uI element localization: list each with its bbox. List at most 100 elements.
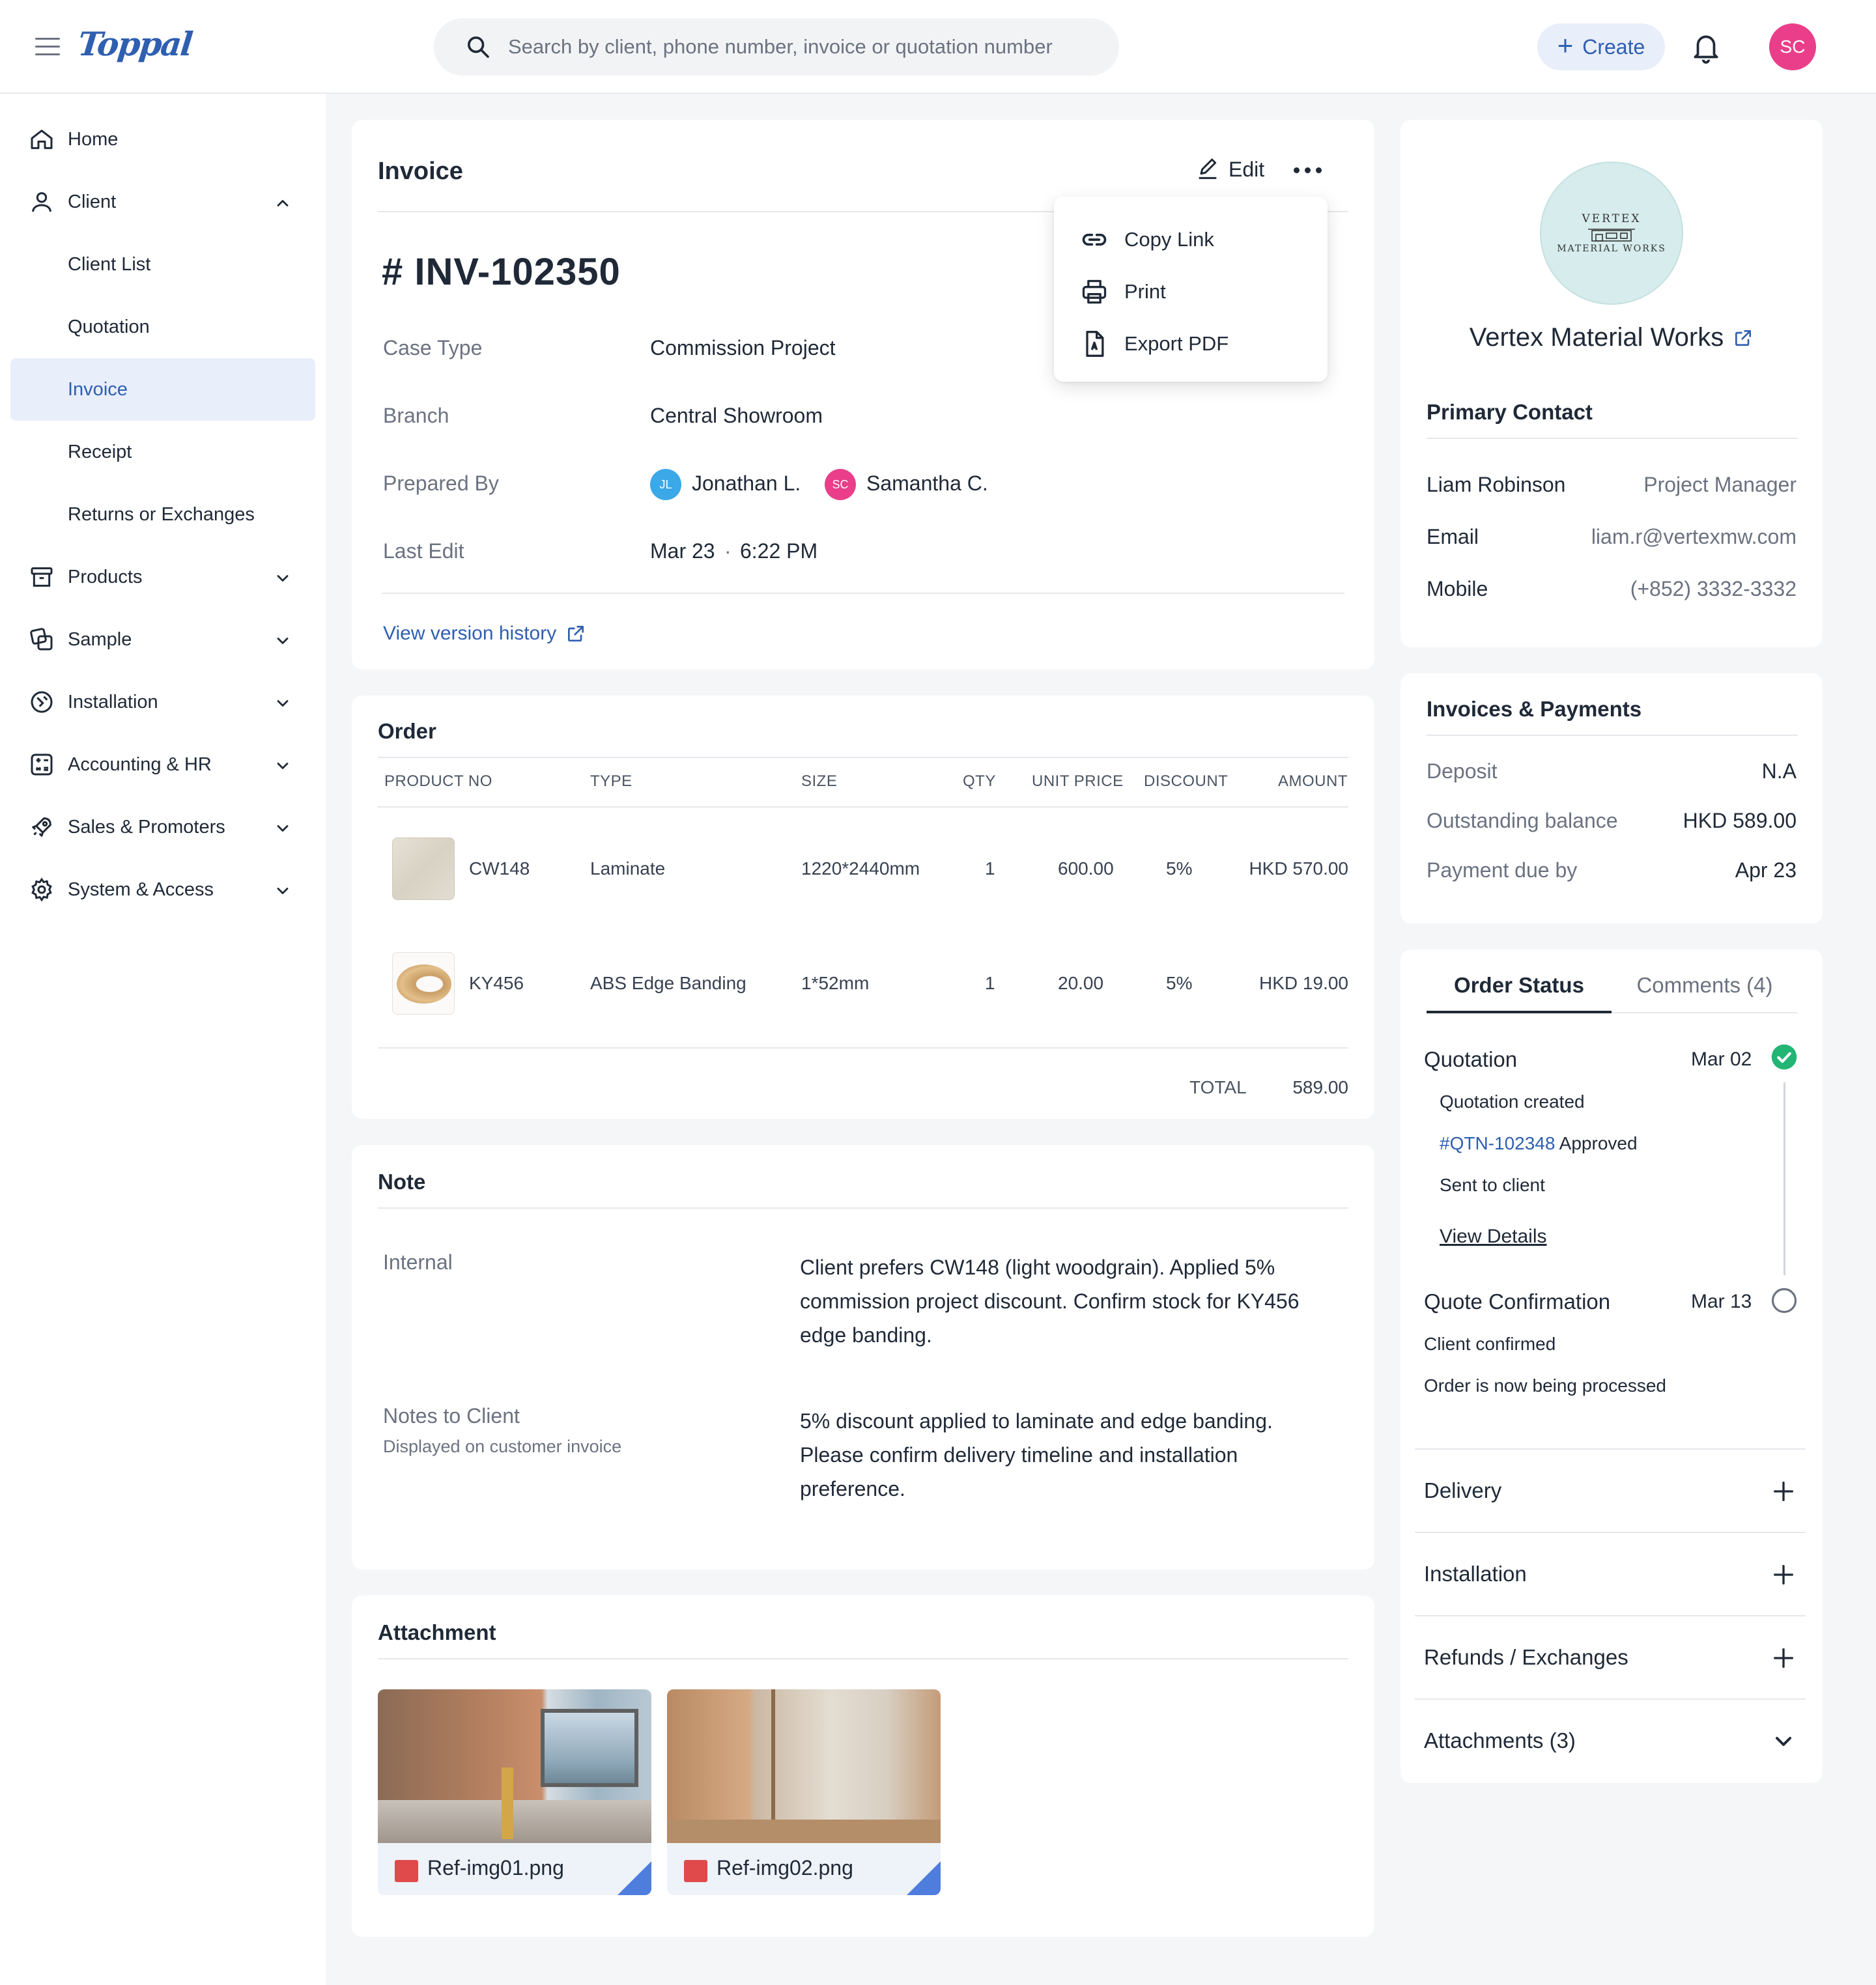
case-type-value: Commission Project xyxy=(650,336,836,359)
attachment-file[interactable]: Ref-img01.png xyxy=(378,1689,651,1895)
menu-item-export-pdf[interactable]: Export PDF xyxy=(1080,324,1315,363)
user-avatar[interactable]: SC xyxy=(1769,23,1816,70)
sidebar-item-home[interactable]: Home xyxy=(10,108,315,171)
tab-order-status[interactable]: Order Status xyxy=(1427,973,1612,1013)
product-thumbnail xyxy=(392,838,455,900)
email-value[interactable]: liam.r@vertexmw.com xyxy=(1591,525,1797,549)
more-options-icon[interactable] xyxy=(1294,160,1326,180)
prepared-by-label: Prepared By xyxy=(383,472,499,495)
sidebar-item-client[interactable]: Client xyxy=(10,171,315,233)
sidebar-item-invoice[interactable]: Invoice xyxy=(10,358,315,421)
menu-item-copy-link[interactable]: Copy Link xyxy=(1080,220,1315,259)
payments-card: Invoices & Payments Deposit N.A Outstand… xyxy=(1400,673,1823,923)
sidebar-item-accounting[interactable]: Accounting & HR xyxy=(10,733,315,796)
column-header: SIZE xyxy=(801,772,838,790)
product-no: CW148 xyxy=(469,858,530,879)
sidebar-item-receipt[interactable]: Receipt xyxy=(10,421,315,483)
divider xyxy=(378,1658,1348,1659)
section-label: Delivery xyxy=(1424,1478,1502,1502)
edit-button[interactable]: Edit xyxy=(1195,156,1264,182)
product-qty: 1 xyxy=(985,858,995,879)
bell-icon[interactable] xyxy=(1690,30,1722,65)
avatar: JL xyxy=(650,469,681,500)
email-label: Email xyxy=(1427,525,1479,548)
version-history-link[interactable]: View version history xyxy=(383,623,586,645)
image-file-icon xyxy=(684,1860,707,1882)
attachment-thumbnail xyxy=(667,1689,941,1843)
create-button[interactable]: + Create xyxy=(1537,23,1665,70)
column-header: PRODUCT NO xyxy=(384,772,492,790)
step-detail: Client confirmed xyxy=(1424,1334,1556,1354)
app-logo[interactable]: Toppal xyxy=(76,25,193,63)
step-title: Quote Confirmation xyxy=(1424,1289,1611,1314)
chevron-down-icon[interactable] xyxy=(274,694,292,712)
view-details-link[interactable]: View Details xyxy=(1440,1226,1547,1248)
product-size: 1220*2440mm xyxy=(801,858,920,879)
mobile-value[interactable]: (+852) 3332-3332 xyxy=(1630,577,1797,601)
sidebar-item-products[interactable]: Products xyxy=(10,546,315,608)
sidebar-item-installation[interactable]: Installation xyxy=(10,671,315,733)
amount: HKD 570.00 xyxy=(1249,858,1348,879)
sidebar-item-sample[interactable]: Sample xyxy=(10,608,315,671)
contact-role: Project Manager xyxy=(1643,473,1797,496)
search-input[interactable] xyxy=(508,31,1094,63)
client-logo-line2: MATERIAL WORKS xyxy=(1557,244,1666,254)
chevron-down-icon[interactable] xyxy=(274,882,292,900)
attachment-file[interactable]: Ref-img02.png xyxy=(667,1689,941,1895)
edit-label: Edit xyxy=(1229,157,1265,181)
external-link-icon xyxy=(1735,330,1752,346)
menu-item-label: Copy Link xyxy=(1124,228,1214,251)
chevron-up-icon[interactable] xyxy=(274,194,292,212)
column-header: QTY xyxy=(963,772,996,790)
search-bar[interactable] xyxy=(434,18,1119,76)
branch-value: Central Showroom xyxy=(650,404,823,427)
unit-price: 20.00 xyxy=(1058,973,1104,993)
attachment-thumbnail xyxy=(378,1689,651,1843)
quotation-link[interactable]: #QTN-102348 xyxy=(1440,1133,1555,1153)
chevron-down-icon[interactable] xyxy=(274,632,292,650)
plus-icon: + xyxy=(1557,30,1574,61)
step-detail: Sent to client xyxy=(1440,1175,1545,1195)
sidebar-item-label: Client xyxy=(68,191,117,212)
sidebar-item-returns[interactable]: Returns or Exchanges xyxy=(10,483,315,546)
page-curl-icon xyxy=(618,1861,651,1895)
client-name: Vertex Material Works xyxy=(1469,323,1724,352)
section-label: Installation xyxy=(1424,1562,1527,1586)
tab-comments[interactable]: Comments (4) xyxy=(1612,973,1798,1013)
top-header: Toppal + Create SC xyxy=(0,0,1876,94)
installation-icon xyxy=(31,691,53,713)
building-icon xyxy=(1588,229,1635,242)
sidebar-item-quotation[interactable]: Quotation xyxy=(10,296,315,358)
internal-note-text: Client prefers CW148 (light woodgrain). … xyxy=(800,1256,1300,1347)
product-type: Laminate xyxy=(590,858,666,879)
divider xyxy=(1612,1012,1798,1013)
menu-icon[interactable] xyxy=(35,38,60,56)
sidebar-item-label: Returns or Exchanges xyxy=(68,503,255,525)
sidebar-item-system[interactable]: System & Access xyxy=(10,858,315,921)
step-detail: Quotation created xyxy=(1440,1091,1585,1112)
chevron-down-icon[interactable] xyxy=(274,757,292,775)
sidebar-item-sales[interactable]: Sales & Promoters xyxy=(10,796,315,858)
sidebar-item-label: System & Access xyxy=(68,879,214,900)
column-header: DISCOUNT xyxy=(1144,772,1229,790)
section-label: Attachments (3) xyxy=(1424,1728,1576,1753)
card-title: Note xyxy=(378,1170,426,1194)
section-attachments[interactable]: Attachments (3) xyxy=(1415,1698,1806,1782)
section-delivery[interactable]: Delivery xyxy=(1415,1448,1806,1532)
divider xyxy=(378,1207,1348,1209)
section-refunds[interactable]: Refunds / Exchanges xyxy=(1415,1615,1806,1698)
client-name-link[interactable]: Vertex Material Works xyxy=(1400,323,1823,352)
menu-item-print[interactable]: Print xyxy=(1080,272,1315,311)
due-value: Apr 23 xyxy=(1735,858,1797,882)
section-installation[interactable]: Installation xyxy=(1415,1532,1806,1615)
version-history-label: View version history xyxy=(383,623,557,644)
plus-icon xyxy=(1774,1648,1793,1668)
sidebar: Home Client Client List Quotation Invoic… xyxy=(0,94,326,1985)
avatar: SC xyxy=(825,469,856,500)
menu-item-label: Export PDF xyxy=(1124,332,1229,355)
amount: HKD 19.00 xyxy=(1259,973,1348,993)
chevron-down-icon[interactable] xyxy=(274,819,292,838)
sidebar-item-client-list[interactable]: Client List xyxy=(10,233,315,296)
chevron-down-icon[interactable] xyxy=(274,569,292,587)
rocket-icon xyxy=(32,817,51,837)
